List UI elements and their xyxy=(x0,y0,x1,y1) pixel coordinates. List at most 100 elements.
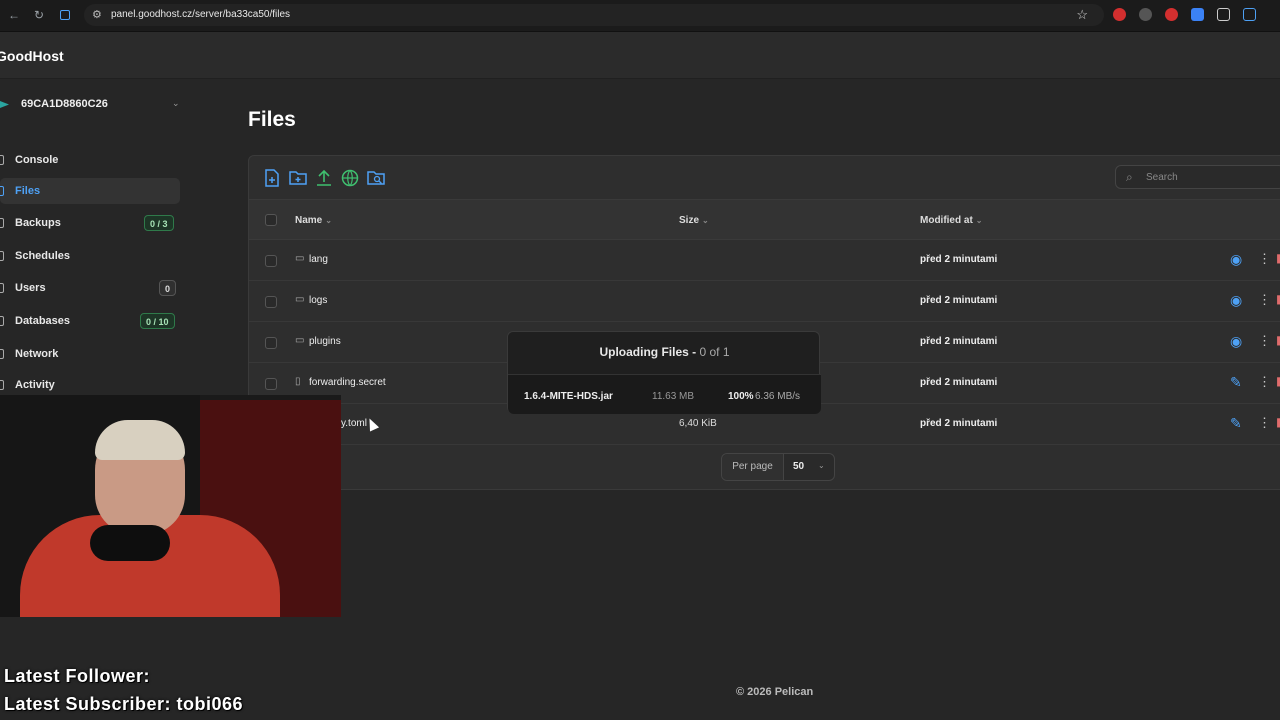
trash-icon[interactable]: ▮ xyxy=(1276,292,1280,306)
per-page-selector[interactable]: Per page 50 ⌄ xyxy=(721,453,835,481)
new-folder-icon[interactable] xyxy=(289,169,307,187)
latest-follower-text: Latest Follower: xyxy=(4,666,151,686)
console-icon xyxy=(0,155,4,165)
more-options-icon[interactable]: ⋮ xyxy=(1258,374,1271,390)
sidebar-item-network[interactable]: Network xyxy=(0,341,180,367)
file-modified: před 2 minutami xyxy=(920,377,998,388)
file-name[interactable]: lang xyxy=(309,254,328,265)
server-selector[interactable]: 69CA1D8860C26 ⌄ xyxy=(0,96,185,114)
table-row[interactable]: ▭ logs před 2 minutami ◉ ⋮ ▮ xyxy=(249,281,1280,322)
bookmark-star-icon[interactable]: ☆ xyxy=(1076,7,1088,23)
databases-icon xyxy=(0,316,4,326)
more-options-icon[interactable]: ⋮ xyxy=(1258,251,1271,267)
sidebar-item-databases[interactable]: Databases 0 / 10 xyxy=(0,308,180,334)
extension-icon[interactable] xyxy=(1139,8,1152,21)
trash-icon[interactable]: ▮ xyxy=(1276,333,1280,347)
sidebar-item-backups[interactable]: Backups 0 / 3 xyxy=(0,210,180,236)
folder-icon: ▭ xyxy=(295,294,305,305)
row-checkbox[interactable] xyxy=(265,337,277,349)
sidebar-toggle-icon[interactable] xyxy=(60,10,70,20)
upload-percent: 100% xyxy=(728,391,754,402)
search-icon: ⌕ xyxy=(1126,170,1133,184)
table-row[interactable]: ▭ lang před 2 minutami ◉ ⋮ ▮ xyxy=(249,240,1280,281)
extensions-puzzle-icon[interactable] xyxy=(1243,8,1256,21)
sidebar-item-label: Schedules xyxy=(15,250,71,262)
row-checkbox[interactable] xyxy=(265,378,277,390)
pull-from-url-icon[interactable] xyxy=(341,169,359,187)
sidebar-item-label: Databases xyxy=(15,315,71,327)
file-name[interactable]: logs xyxy=(309,295,327,306)
sidebar-item-console[interactable]: Console xyxy=(0,147,180,173)
more-options-icon[interactable]: ⋮ xyxy=(1258,292,1271,308)
file-name[interactable]: y.toml xyxy=(341,418,367,429)
backups-icon xyxy=(0,218,4,228)
url-text: panel.goodhost.cz/server/ba33ca50/files xyxy=(111,9,291,20)
footer-copyright: © 2026 Pelican xyxy=(736,686,814,698)
per-page-value: 50 xyxy=(793,461,805,472)
activity-icon xyxy=(0,380,4,390)
more-options-icon[interactable]: ⋮ xyxy=(1258,415,1271,431)
trash-icon[interactable]: ▮ xyxy=(1276,415,1280,429)
eye-icon[interactable]: ◉ xyxy=(1230,251,1242,268)
file-modified: před 2 minutami xyxy=(920,295,998,306)
chevron-down-icon: ⌄ xyxy=(818,461,825,470)
extension-icon[interactable] xyxy=(1165,8,1178,21)
upload-file-size: 11.63 MB xyxy=(652,391,695,402)
webcam-overlay xyxy=(0,395,341,617)
new-file-icon[interactable] xyxy=(263,169,281,187)
folder-icon: ▭ xyxy=(295,335,305,346)
file-modified: před 2 minutami xyxy=(920,254,998,265)
file-size: 6,40 KiB xyxy=(679,418,717,429)
eye-icon[interactable]: ◉ xyxy=(1230,333,1242,350)
upload-progress-popup: Uploading Files - 0 of 1 1.6.4-MITE-HDS.… xyxy=(507,331,821,414)
extension-icon[interactable] xyxy=(1217,8,1230,21)
file-name[interactable]: plugins xyxy=(309,336,341,347)
more-options-icon[interactable]: ⋮ xyxy=(1258,333,1271,349)
extension-icon[interactable] xyxy=(1191,8,1204,21)
table-header: Name ⌄ Size ⌄ Modified at ⌄ xyxy=(249,199,1280,240)
browser-toolbar: ← ↻ ⚙ panel.goodhost.cz/server/ba33ca50/… xyxy=(0,0,1280,32)
server-name: 69CA1D8860C26 xyxy=(21,98,108,110)
search-folder-icon[interactable] xyxy=(367,169,385,187)
app-logo[interactable]: GoodHost xyxy=(0,48,64,64)
backups-count-badge: 0 / 3 xyxy=(144,215,174,231)
files-icon xyxy=(0,186,4,196)
eye-icon[interactable]: ◉ xyxy=(1230,292,1242,309)
sidebar-item-users[interactable]: Users 0 xyxy=(0,275,180,301)
sidebar-item-schedules[interactable]: Schedules xyxy=(0,243,180,269)
upload-title: Uploading Files - 0 of 1 xyxy=(599,345,730,359)
server-status-icon xyxy=(0,101,9,108)
upload-file-name: 1.6.4-MITE-HDS.jar xyxy=(524,391,613,402)
search-input[interactable]: ⌕ Search xyxy=(1115,165,1280,189)
back-icon[interactable]: ← xyxy=(8,8,20,22)
folder-icon: ▭ xyxy=(295,253,305,264)
trash-icon[interactable]: ▮ xyxy=(1276,374,1280,388)
sidebar-item-label: Activity xyxy=(15,379,55,391)
sidebar-item-label: Console xyxy=(15,154,59,166)
row-checkbox[interactable] xyxy=(265,255,277,267)
select-all-checkbox[interactable] xyxy=(265,214,277,226)
pencil-icon[interactable]: ✎ xyxy=(1230,374,1242,391)
site-info-icon[interactable]: ⚙ xyxy=(92,8,102,21)
per-page-label: Per page xyxy=(722,454,784,480)
column-size[interactable]: Size ⌄ xyxy=(679,215,709,226)
file-icon: ▯ xyxy=(295,376,301,387)
extension-icon[interactable] xyxy=(1113,8,1126,21)
chevron-down-icon: ⌄ xyxy=(172,98,180,108)
column-name[interactable]: Name ⌄ xyxy=(295,215,332,226)
reload-icon[interactable]: ↻ xyxy=(34,8,44,22)
sidebar-item-label: Backups xyxy=(15,217,61,229)
pencil-icon[interactable]: ✎ xyxy=(1230,415,1242,432)
sidebar-item-files[interactable]: Files xyxy=(0,178,180,204)
databases-count-badge: 0 / 10 xyxy=(140,313,175,329)
users-icon xyxy=(0,283,4,293)
upload-icon[interactable] xyxy=(315,169,333,187)
row-checkbox[interactable] xyxy=(265,296,277,308)
column-modified[interactable]: Modified at ⌄ xyxy=(920,215,982,226)
address-bar[interactable]: ⚙ panel.goodhost.cz/server/ba33ca50/file… xyxy=(84,4,1104,26)
file-name[interactable]: forwarding.secret xyxy=(309,377,386,388)
users-count-badge: 0 xyxy=(159,280,177,296)
file-modified: před 2 minutami xyxy=(920,336,998,347)
sidebar-item-label: Files xyxy=(15,185,41,197)
trash-icon[interactable]: ▮ xyxy=(1276,251,1280,265)
